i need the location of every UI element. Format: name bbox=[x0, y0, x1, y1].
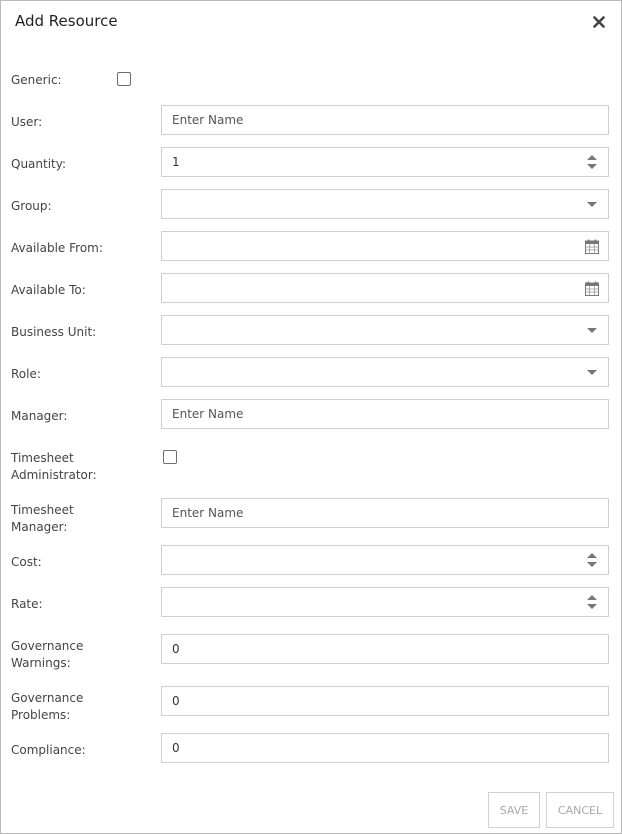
generic-checkbox[interactable] bbox=[117, 72, 131, 86]
spinner-icon[interactable] bbox=[586, 593, 598, 611]
timesheet-administrator-label-line2: Administrator: bbox=[11, 468, 97, 482]
add-resource-dialog: Add Resource Generic: User: Quantity: Gr… bbox=[0, 0, 622, 834]
available-from-calendar-button[interactable] bbox=[582, 237, 602, 255]
manager-input[interactable] bbox=[162, 400, 608, 428]
available-to-input[interactable] bbox=[162, 274, 608, 302]
timesheet-manager-label-line1: Timesheet bbox=[11, 503, 74, 517]
available-to-field bbox=[161, 273, 609, 303]
governance-warnings-input[interactable] bbox=[162, 635, 608, 663]
rate-stepper[interactable] bbox=[162, 588, 608, 616]
compliance-input[interactable] bbox=[162, 734, 608, 762]
cost-spinner[interactable] bbox=[582, 551, 602, 569]
governance-warnings-label: Governance Warnings: bbox=[11, 638, 131, 672]
chevron-down-icon[interactable] bbox=[586, 326, 598, 334]
business-unit-select[interactable] bbox=[161, 315, 609, 345]
calendar-icon[interactable] bbox=[585, 281, 599, 296]
cancel-button[interactable]: CANCEL bbox=[546, 792, 614, 828]
close-button[interactable] bbox=[591, 14, 607, 30]
governance-problems-input[interactable] bbox=[162, 687, 608, 715]
governance-problems-label-line1: Governance bbox=[11, 691, 84, 705]
timesheet-administrator-label: Timesheet Administrator: bbox=[11, 450, 131, 484]
compliance-label: Compliance: bbox=[11, 743, 86, 757]
rate-label: Rate: bbox=[11, 597, 43, 611]
spinner-icon[interactable] bbox=[586, 153, 598, 171]
governance-warnings-label-line1: Governance bbox=[11, 639, 84, 653]
user-label: User: bbox=[11, 115, 43, 129]
timesheet-administrator-label-line1: Timesheet bbox=[11, 451, 74, 465]
generic-label: Generic: bbox=[11, 73, 62, 87]
governance-problems-field bbox=[161, 686, 609, 716]
cost-stepper[interactable] bbox=[162, 546, 608, 574]
timesheet-administrator-checkbox[interactable] bbox=[163, 450, 177, 464]
manager-field bbox=[161, 399, 609, 429]
governance-warnings-field bbox=[161, 634, 609, 664]
business-unit-dropdown-toggle[interactable] bbox=[582, 321, 602, 339]
timesheet-manager-label: Timesheet Manager: bbox=[11, 502, 131, 536]
calendar-icon[interactable] bbox=[585, 239, 599, 254]
rate-field bbox=[161, 587, 609, 617]
available-to-label: Available To: bbox=[11, 283, 86, 297]
timesheet-manager-field bbox=[161, 498, 609, 528]
manager-label: Manager: bbox=[11, 409, 68, 423]
group-label: Group: bbox=[11, 199, 52, 213]
cost-label: Cost: bbox=[11, 555, 42, 569]
business-unit-value[interactable] bbox=[162, 316, 608, 344]
dialog-title: Add Resource bbox=[15, 12, 118, 30]
role-label: Role: bbox=[11, 367, 41, 381]
governance-problems-label: Governance Problems: bbox=[11, 690, 131, 724]
available-from-label: Available From: bbox=[11, 241, 103, 255]
governance-warnings-label-line2: Warnings: bbox=[11, 656, 71, 670]
cost-field bbox=[161, 545, 609, 575]
chevron-down-icon[interactable] bbox=[586, 368, 598, 376]
save-button[interactable]: SAVE bbox=[488, 792, 540, 828]
rate-spinner[interactable] bbox=[582, 593, 602, 611]
quantity-stepper[interactable] bbox=[162, 148, 608, 176]
close-icon[interactable] bbox=[593, 16, 605, 28]
available-from-field bbox=[161, 231, 609, 261]
user-field bbox=[161, 105, 609, 135]
group-value[interactable] bbox=[162, 190, 608, 218]
role-dropdown-toggle[interactable] bbox=[582, 363, 602, 381]
compliance-field bbox=[161, 733, 609, 763]
timesheet-manager-input[interactable] bbox=[162, 499, 608, 527]
group-select[interactable] bbox=[161, 189, 609, 219]
quantity-label: Quantity: bbox=[11, 157, 67, 171]
available-to-calendar-button[interactable] bbox=[582, 279, 602, 297]
group-dropdown-toggle[interactable] bbox=[582, 195, 602, 213]
quantity-spinner[interactable] bbox=[582, 153, 602, 171]
timesheet-manager-label-line2: Manager: bbox=[11, 520, 68, 534]
available-from-input[interactable] bbox=[162, 232, 608, 260]
role-select[interactable] bbox=[161, 357, 609, 387]
business-unit-label: Business Unit: bbox=[11, 325, 97, 339]
role-value[interactable] bbox=[162, 358, 608, 386]
user-input[interactable] bbox=[162, 106, 608, 134]
spinner-icon[interactable] bbox=[586, 551, 598, 569]
chevron-down-icon[interactable] bbox=[586, 200, 598, 208]
governance-problems-label-line2: Problems: bbox=[11, 708, 71, 722]
quantity-field bbox=[161, 147, 609, 177]
